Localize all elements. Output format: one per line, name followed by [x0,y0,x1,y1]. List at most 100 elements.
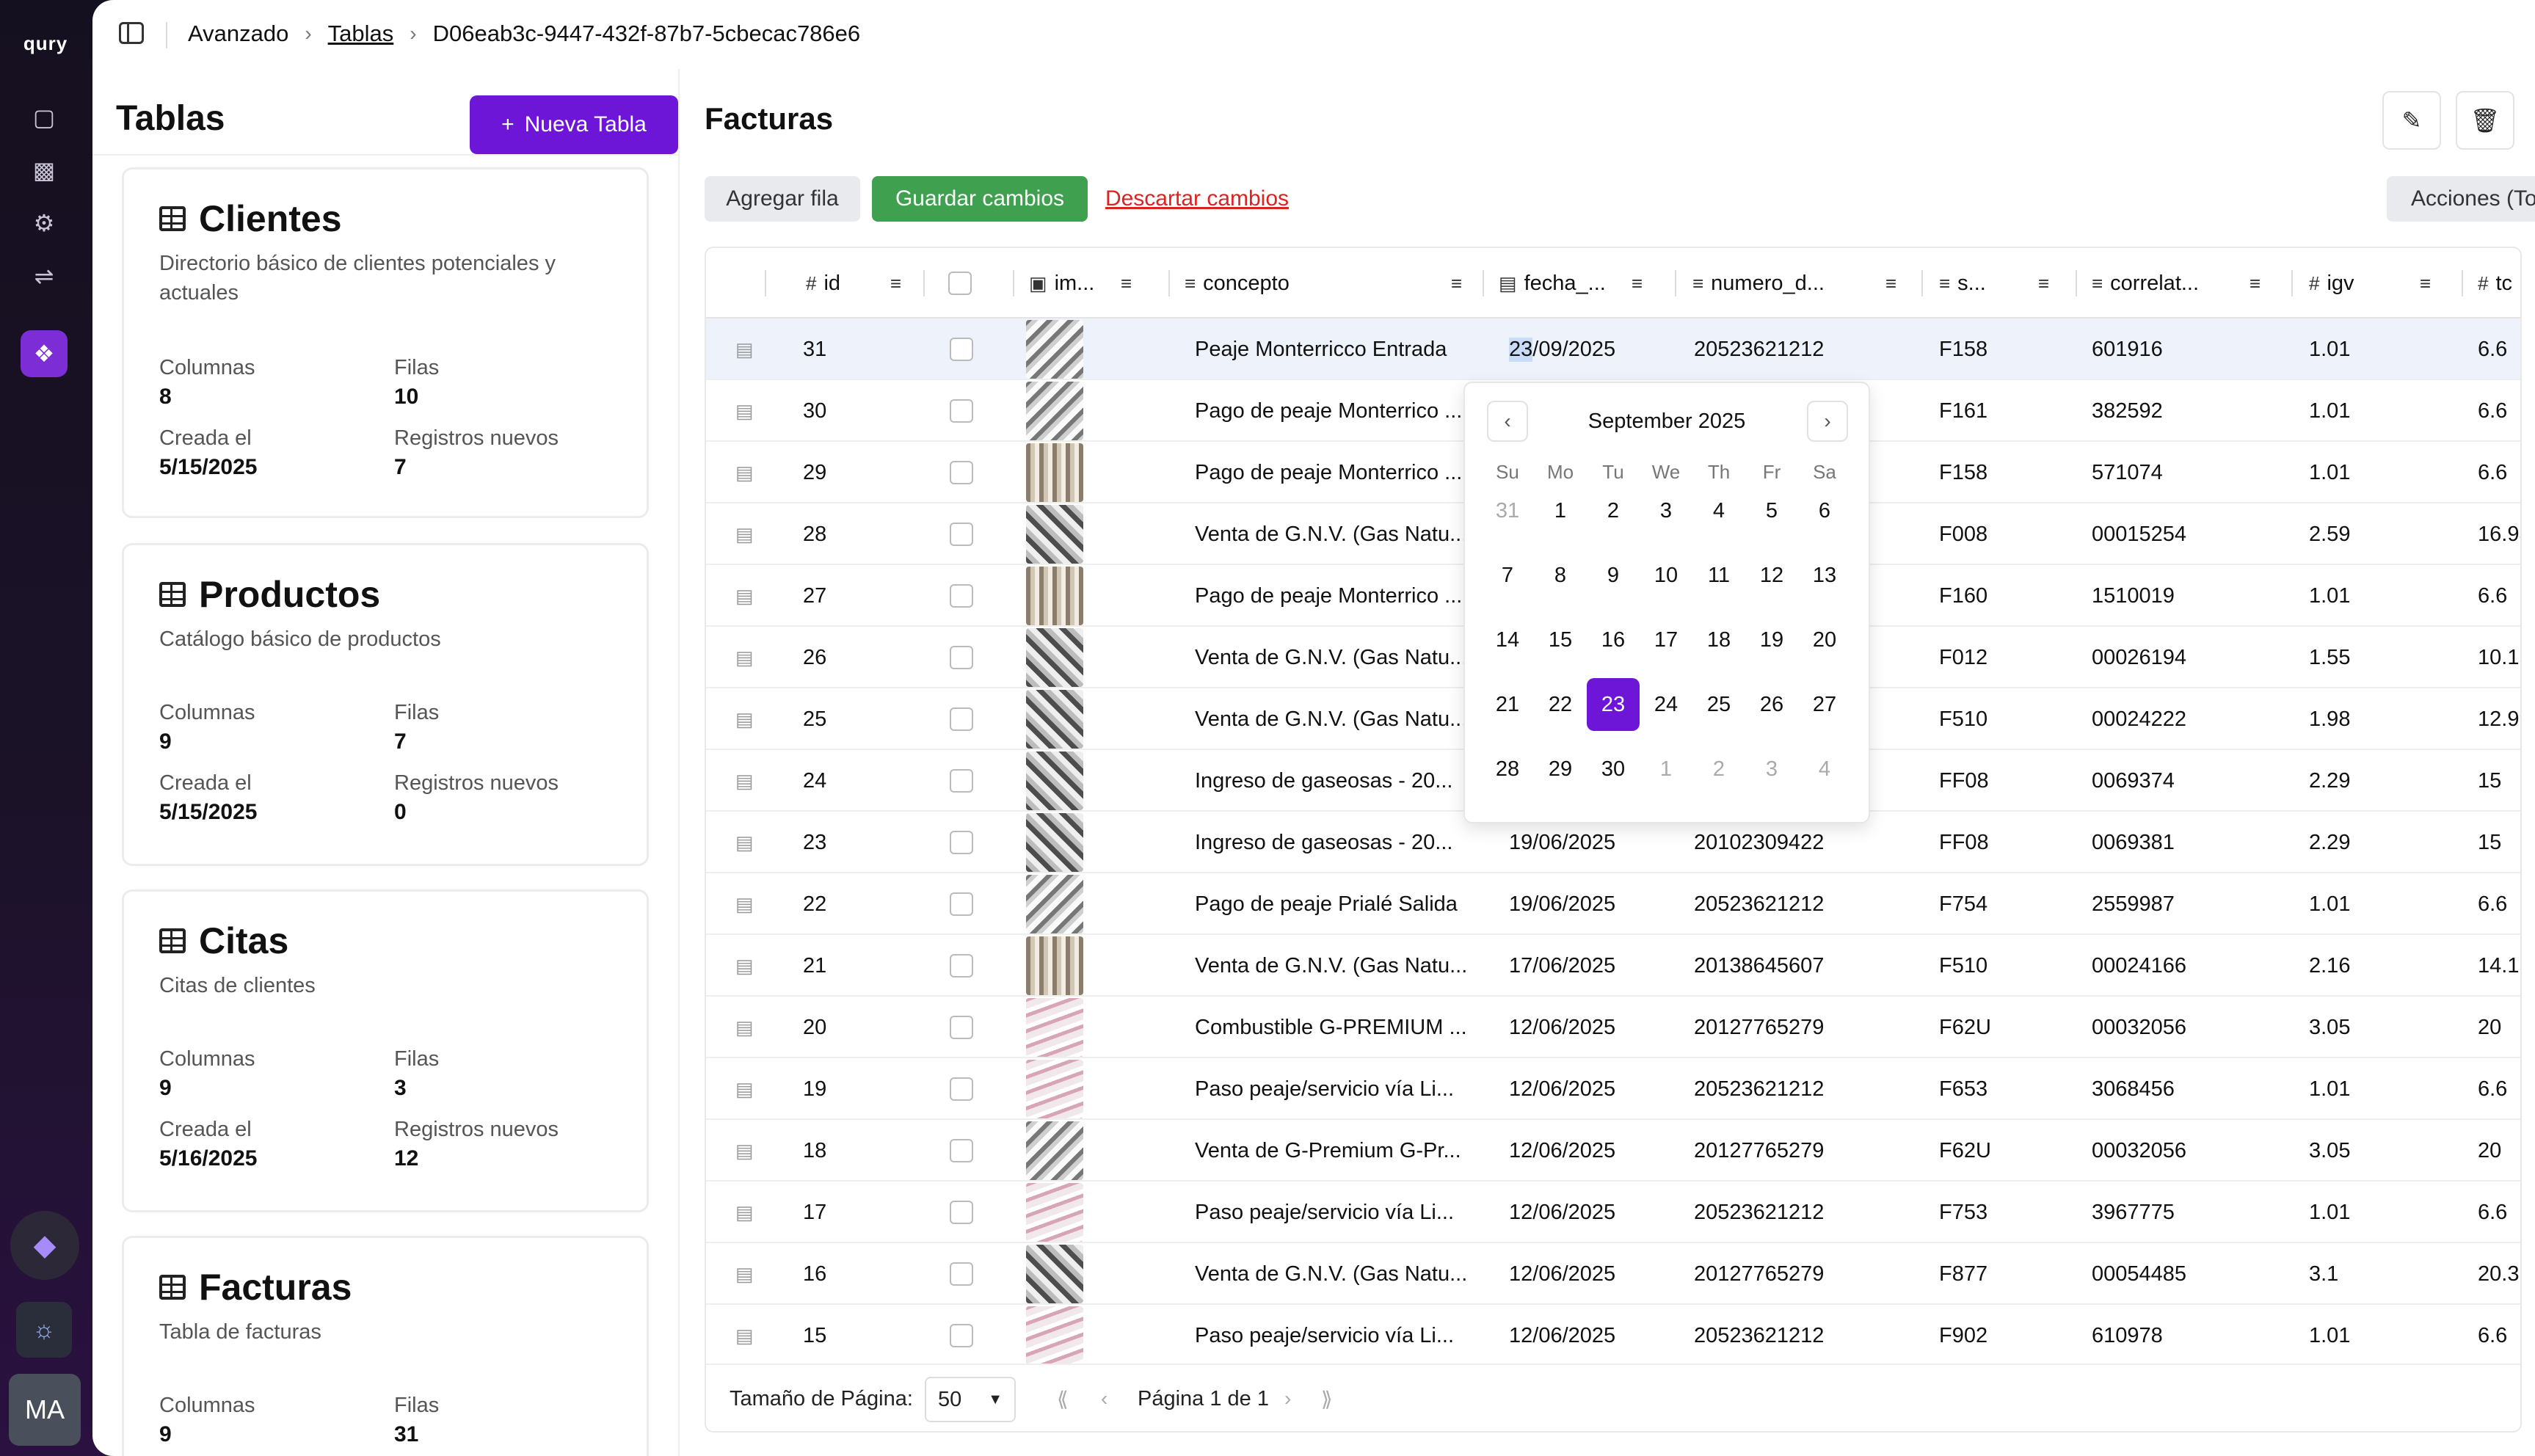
cell-total[interactable]: 20 [2478,997,2520,1058]
header-numero[interactable]: ≡ numero_d... ≡ [1692,248,1918,318]
cell-correlativo[interactable]: 00054485 [2092,1243,2186,1305]
comment-icon[interactable]: ▤ [735,935,754,997]
row-checkbox[interactable] [950,318,973,380]
cell-id[interactable]: 25 [803,688,826,750]
comment-icon[interactable]: ▤ [735,1243,754,1305]
row-checkbox[interactable] [950,1120,973,1182]
invoice-thumbnail[interactable] [1026,442,1083,503]
comment-icon[interactable]: ▤ [735,812,754,873]
cell-concepto[interactable]: Ingreso de gaseosas - 20... [1195,812,1481,873]
comment-icon[interactable]: ▤ [735,318,754,380]
cell-total[interactable]: 6.6 [2478,1305,2520,1366]
cell-numero[interactable]: 20138645607 [1694,935,1824,997]
comment-icon[interactable]: ▤ [735,1058,754,1120]
next-month-icon[interactable]: › [1807,401,1848,442]
calendar-day[interactable]: 16 [1587,614,1640,666]
calendar-day[interactable]: 27 [1798,678,1851,731]
calendar-day[interactable]: 11 [1692,549,1745,602]
cell-igv[interactable]: 1.01 [2309,1305,2350,1366]
table-row[interactable]: ▤ 15 Paso peaje/servicio vía Li... 12/06/20… [706,1305,2520,1366]
cell-numero[interactable]: 20523621212 [1694,1058,1824,1120]
cell-fecha[interactable]: 12/06/2025 [1509,997,1670,1058]
calendar-day[interactable]: 31 [1481,484,1534,537]
invoice-thumbnail[interactable] [1026,688,1083,750]
cell-numero[interactable]: 20127765279 [1694,1120,1824,1182]
cell-correlativo[interactable]: 00032056 [2092,997,2186,1058]
row-checkbox[interactable] [950,1243,973,1305]
table-row[interactable]: ▤ 22 Pago de peaje Prialé Salida 19/06/2025… [706,873,2520,935]
calendar-day[interactable]: 2 [1692,743,1745,796]
prev-page-icon[interactable]: ‹ [1101,1387,1108,1410]
select-all-checkbox[interactable] [948,248,992,318]
cell-concepto[interactable]: Ingreso de gaseosas - 20... [1195,750,1481,812]
comment-icon[interactable]: ▤ [735,688,754,750]
cell-concepto[interactable]: Paso peaje/servicio vía Li... [1195,1305,1481,1366]
cell-fecha[interactable]: 17/06/2025 [1509,935,1670,997]
cell-concepto[interactable]: Pago de peaje Monterrico ... [1195,565,1481,627]
cell-concepto[interactable]: Venta de G-Premium G-Pr... [1195,1120,1481,1182]
cell-igv[interactable]: 3.05 [2309,1120,2350,1182]
invoice-thumbnail[interactable] [1026,318,1083,380]
filter-icon[interactable]: ≡ [2038,272,2049,295]
chat-icon[interactable]: ▢ [21,94,68,141]
cell-total[interactable]: 14.15 [2478,935,2520,997]
cell-igv[interactable]: 1.01 [2309,380,2350,442]
breadcrumb-avanzado[interactable]: Avanzado [188,21,288,47]
cell-total[interactable]: 6.6 [2478,1058,2520,1120]
cell-igv[interactable]: 3.05 [2309,997,2350,1058]
cell-correlativo[interactable]: 382592 [2092,380,2163,442]
table-card-productos[interactable]: Productos Catálogo básico de productos C… [122,543,649,866]
page-size-select[interactable]: 50 ▼ [925,1377,1016,1422]
cell-id[interactable]: 19 [803,1058,826,1120]
add-row-button[interactable]: Agregar fila [705,176,860,222]
cell-igv[interactable]: 2.59 [2309,503,2350,565]
calendar-day[interactable]: 2 [1587,484,1640,537]
cell-concepto[interactable]: Paso peaje/servicio vía Li... [1195,1058,1481,1120]
sidebar-toggle-icon[interactable] [119,22,144,44]
cell-numero[interactable]: 20523621212 [1694,873,1824,935]
first-page-icon[interactable]: ⟪ [1057,1387,1069,1411]
calendar-day[interactable]: 4 [1798,743,1851,796]
row-checkbox[interactable] [950,627,973,688]
row-checkbox[interactable] [950,1182,973,1243]
cell-total[interactable]: 16.98 [2478,503,2520,565]
app-logo[interactable]: qury [0,32,91,55]
row-checkbox[interactable] [950,688,973,750]
calendar-day[interactable]: 1 [1534,484,1587,537]
cell-serie[interactable]: F653 [1939,1058,1987,1120]
cell-concepto[interactable]: Pago de peaje Prialé Salida [1195,873,1481,935]
filter-icon[interactable]: ≡ [2420,272,2431,295]
cell-correlativo[interactable]: 00032056 [2092,1120,2186,1182]
cell-serie[interactable]: FF08 [1939,812,1989,873]
cell-igv[interactable]: 1.01 [2309,873,2350,935]
cell-igv[interactable]: 1.01 [2309,565,2350,627]
comment-icon[interactable]: ▤ [735,750,754,812]
header-id[interactable]: # id ≡ [806,248,923,318]
cell-id[interactable]: 23 [803,812,826,873]
row-checkbox[interactable] [950,565,973,627]
cell-serie[interactable]: F754 [1939,873,1987,935]
sliders-icon[interactable]: ⇌ [21,252,68,299]
comment-icon[interactable]: ▤ [735,380,754,442]
cell-total[interactable]: 6.6 [2478,442,2520,503]
comment-icon[interactable]: ▤ [735,997,754,1058]
cell-id[interactable]: 22 [803,873,826,935]
cell-id[interactable]: 15 [803,1305,826,1366]
row-checkbox[interactable] [950,503,973,565]
calendar-day[interactable]: 24 [1640,678,1692,731]
cell-id[interactable]: 27 [803,565,826,627]
actions-all-button[interactable]: Acciones (Todos) [2387,176,2535,222]
cell-concepto[interactable]: Venta de G.N.V. (Gas Natu... [1195,627,1481,688]
cell-total[interactable]: 15 [2478,812,2520,873]
calendar-day[interactable]: 29 [1534,743,1587,796]
cell-fecha[interactable]: 23/09/2025 [1509,318,1670,380]
cell-total[interactable]: 15 [2478,750,2520,812]
cell-fecha[interactable]: 19/06/2025 [1509,873,1670,935]
cell-concepto[interactable]: Venta de G.N.V. (Gas Natu... [1195,503,1481,565]
table-row[interactable]: ▤ 20 Combustible G-PREMIUM ... 12/06/2025 20… [706,997,2520,1058]
header-concepto[interactable]: ≡ concepto ≡ [1185,248,1484,318]
cell-id[interactable]: 30 [803,380,826,442]
calendar-day[interactable]: 30 [1587,743,1640,796]
share-icon[interactable]: ❖ [21,330,68,377]
cell-fecha[interactable]: 12/06/2025 [1509,1058,1670,1120]
